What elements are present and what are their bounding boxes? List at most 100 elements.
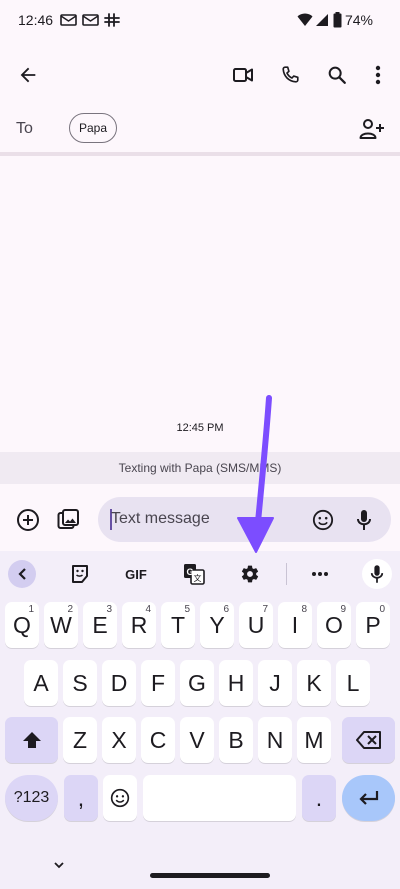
video-call-button[interactable]	[223, 55, 263, 95]
svg-text:文: 文	[194, 573, 202, 583]
key-u[interactable]: U7	[239, 602, 273, 648]
more-vertical-icon	[375, 65, 381, 85]
key-d[interactable]: D	[102, 660, 136, 706]
key-label: I	[291, 611, 299, 638]
gesture-nav-bar[interactable]	[150, 873, 270, 878]
phone-icon	[282, 66, 299, 83]
translate-icon: G文	[184, 564, 205, 585]
plus-circle-icon	[17, 509, 39, 531]
header-divider	[0, 152, 400, 156]
video-icon	[233, 68, 253, 82]
key-label: P	[365, 611, 381, 638]
timestamp: 12:45 PM	[176, 422, 224, 434]
signal-icon	[316, 14, 328, 26]
status-time: 12:46	[18, 12, 54, 28]
key-l[interactable]: L	[336, 660, 370, 706]
symbols-key[interactable]: ?123	[5, 775, 58, 821]
shift-icon	[22, 732, 41, 748]
key-label: U	[247, 611, 265, 638]
key-s[interactable]: S	[63, 660, 97, 706]
key-label: W	[50, 611, 72, 638]
key-label: Y	[209, 611, 225, 638]
emoji-icon	[110, 788, 130, 808]
message-placeholder: Text message	[111, 510, 210, 527]
keyboard-settings-button[interactable]	[236, 560, 264, 588]
to-label: To	[16, 120, 33, 137]
key-label: Q	[13, 611, 31, 638]
keyboard-voice-button[interactable]	[362, 559, 392, 589]
svg-text:G: G	[186, 567, 193, 577]
search-button[interactable]	[317, 55, 357, 95]
voice-input-button[interactable]	[344, 500, 384, 540]
battery-percent: 74%	[344, 12, 373, 28]
toolbar-divider	[286, 563, 287, 585]
key-label: O	[325, 611, 343, 638]
photo-icon	[57, 509, 79, 529]
slack-icon	[104, 13, 120, 27]
key-j[interactable]: J	[258, 660, 292, 706]
key-t[interactable]: T5	[161, 602, 195, 648]
key-w[interactable]: W2	[44, 602, 78, 648]
chevron-down-icon	[54, 862, 64, 869]
backspace-key[interactable]	[342, 717, 395, 763]
more-toolbar-button[interactable]	[306, 560, 334, 588]
backspace-icon	[355, 731, 381, 749]
period-key[interactable]: .	[302, 775, 336, 821]
key-r[interactable]: R4	[122, 602, 156, 648]
key-hint: 6	[223, 604, 229, 615]
key-hint: 5	[184, 604, 190, 615]
key-c[interactable]: C	[141, 717, 175, 763]
key-hint: 7	[262, 604, 268, 615]
gif-button[interactable]: GIF	[118, 560, 154, 588]
key-v[interactable]: V	[180, 717, 214, 763]
key-a[interactable]: A	[24, 660, 58, 706]
key-i[interactable]: I8	[278, 602, 312, 648]
enter-key[interactable]	[342, 775, 395, 821]
translate-button[interactable]: G文	[180, 560, 208, 588]
back-button[interactable]	[8, 55, 48, 95]
key-y[interactable]: Y6	[200, 602, 234, 648]
attach-button[interactable]	[8, 500, 48, 540]
key-hint: 4	[145, 604, 151, 615]
key-m[interactable]: M	[297, 717, 331, 763]
key-hint: 0	[379, 604, 385, 615]
key-o[interactable]: O9	[317, 602, 351, 648]
emoji-key[interactable]	[103, 775, 137, 821]
search-icon	[328, 66, 346, 84]
key-x[interactable]: X	[102, 717, 136, 763]
key-e[interactable]: E3	[83, 602, 117, 648]
key-p[interactable]: P0	[356, 602, 390, 648]
key-z[interactable]: Z	[63, 717, 97, 763]
key-hint: 1	[28, 604, 34, 615]
key-h[interactable]: H	[219, 660, 253, 706]
more-options-button[interactable]	[358, 55, 398, 95]
key-f[interactable]: F	[141, 660, 175, 706]
key-hint: 3	[106, 604, 112, 615]
enter-icon	[358, 791, 378, 805]
key-g[interactable]: G	[180, 660, 214, 706]
keyboard-collapse-toolbar-button[interactable]	[8, 560, 36, 588]
key-q[interactable]: Q1	[5, 602, 39, 648]
comma-key[interactable]: ,	[64, 775, 98, 821]
add-recipient-button[interactable]	[352, 109, 392, 149]
keyboard-hide-button[interactable]	[52, 857, 68, 869]
voice-call-button[interactable]	[270, 55, 310, 95]
emoji-button[interactable]	[303, 500, 343, 540]
key-n[interactable]: N	[258, 717, 292, 763]
notification-icon	[60, 14, 77, 26]
status-bar: 12:46 74%	[0, 0, 400, 44]
notification-icon	[82, 14, 99, 26]
sticker-button[interactable]	[66, 560, 94, 588]
shift-key[interactable]	[5, 717, 58, 763]
recipient-chip[interactable]: Papa	[69, 113, 117, 143]
more-horizontal-icon	[312, 572, 328, 576]
emoji-icon	[312, 509, 334, 531]
key-b[interactable]: B	[219, 717, 253, 763]
wifi-icon	[297, 13, 313, 26]
microphone-icon	[370, 565, 384, 583]
space-key[interactable]	[143, 775, 296, 821]
microphone-icon	[357, 510, 371, 530]
chevron-left-icon	[18, 568, 26, 580]
key-k[interactable]: K	[297, 660, 331, 706]
gallery-button[interactable]	[48, 500, 88, 540]
